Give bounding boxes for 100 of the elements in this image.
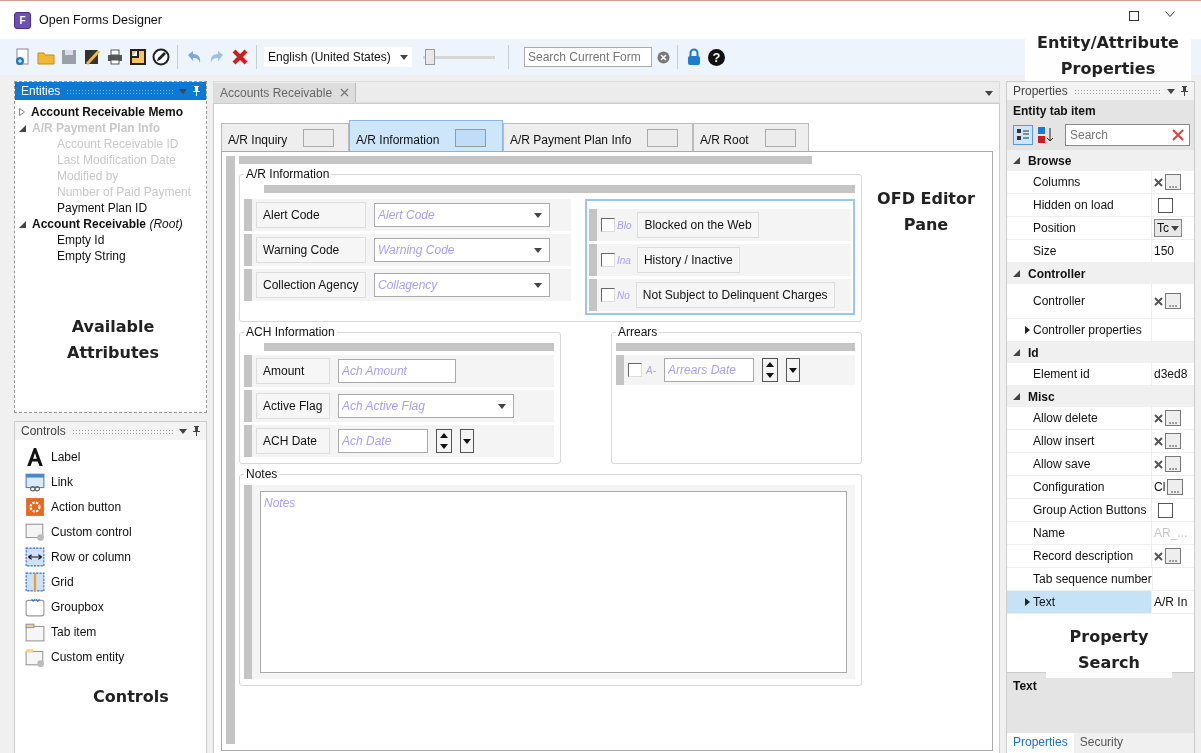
clear-icon[interactable] <box>657 50 670 64</box>
ellipsis-button[interactable] <box>1165 548 1181 564</box>
pin-icon[interactable] <box>1181 86 1188 96</box>
property-name[interactable]: Text <box>1007 591 1151 613</box>
dropdown-field[interactable]: Collagency <box>374 273 550 297</box>
up-arrow-icon[interactable] <box>440 433 448 438</box>
property-name[interactable]: Element id <box>1007 363 1151 385</box>
input-field[interactable]: Ach Amount <box>338 359 456 383</box>
search-field[interactable]: Search Current Form <box>524 47 652 67</box>
clear-x-icon[interactable] <box>1154 413 1163 423</box>
control-item[interactable]: Groupbox <box>51 600 104 614</box>
collapse-triangle-icon[interactable] <box>1013 157 1020 164</box>
notes-textarea[interactable]: Notes <box>260 491 847 673</box>
date-field[interactable]: Arrears Date <box>664 358 754 382</box>
layout-icon[interactable] <box>129 48 147 66</box>
collapse-triangle-icon[interactable] <box>1013 349 1020 356</box>
property-name[interactable]: Allow insert <box>1007 430 1151 452</box>
pin-icon[interactable] <box>193 426 200 436</box>
ellipsis-button[interactable] <box>1165 456 1181 472</box>
checkbox[interactable] <box>601 288 615 302</box>
clear-x-icon[interactable] <box>1154 177 1163 187</box>
property-name[interactable]: Group Action Buttons <box>1007 499 1151 521</box>
clear-x-icon[interactable] <box>1154 551 1163 561</box>
lock-icon[interactable] <box>685 48 703 66</box>
control-item[interactable]: Action button <box>51 500 122 514</box>
pin-icon[interactable] <box>193 86 200 96</box>
checkbox[interactable] <box>601 253 615 267</box>
entity-node[interactable]: Account Receivable (Root) <box>32 217 183 231</box>
control-item[interactable]: Grid <box>51 575 74 589</box>
print-icon[interactable] <box>106 48 124 66</box>
property-name[interactable]: Size <box>1007 240 1151 262</box>
property-category[interactable]: Id <box>1028 345 1039 360</box>
sort-az-icon[interactable] <box>1037 126 1055 144</box>
delete-icon[interactable] <box>231 48 249 66</box>
property-name[interactable]: Controller properties <box>1007 319 1151 341</box>
up-arrow-icon[interactable] <box>766 362 774 367</box>
property-name[interactable]: Position <box>1007 217 1151 239</box>
panel-tab[interactable]: Security <box>1073 733 1130 753</box>
down-arrow-icon[interactable] <box>766 373 774 378</box>
dropdown-field[interactable]: Ach Active Flag <box>338 394 514 418</box>
control-item[interactable]: Tab item <box>51 625 97 639</box>
property-name[interactable]: Record description <box>1007 545 1151 567</box>
save-all-icon[interactable] <box>83 48 101 66</box>
collapse-triangle-icon[interactable] <box>1013 393 1020 400</box>
control-item[interactable]: Link <box>51 475 73 489</box>
ellipsis-button[interactable] <box>1165 410 1181 426</box>
checkbox[interactable] <box>1158 502 1173 518</box>
search-field[interactable]: Search <box>1065 124 1190 146</box>
collapse-triangle-icon[interactable] <box>19 220 26 228</box>
close-icon[interactable] <box>340 88 350 97</box>
zoom-slider[interactable] <box>423 47 495 67</box>
language-dropdown[interactable]: English (United States) <box>264 47 412 67</box>
ellipsis-button[interactable] <box>1167 479 1184 495</box>
checkbox[interactable] <box>628 363 642 377</box>
dropdown-button[interactable] <box>460 429 474 453</box>
spin-button[interactable] <box>762 358 778 382</box>
ellipsis-button[interactable] <box>1165 433 1181 449</box>
down-arrow-icon[interactable] <box>440 444 448 449</box>
control-item[interactable]: Custom entity <box>51 650 125 664</box>
chevron-icon[interactable] <box>1165 11 1175 17</box>
clear-x-icon[interactable] <box>1154 459 1163 469</box>
dropdown-field[interactable]: Alert Code <box>374 203 550 227</box>
checkbox[interactable] <box>601 218 615 232</box>
control-item[interactable]: Row or column <box>51 550 132 564</box>
ellipsis-button[interactable] <box>1165 293 1181 309</box>
dropdown-field[interactable]: Tc <box>1154 219 1182 237</box>
attribute-item[interactable]: Empty Id <box>57 233 105 247</box>
spin-button[interactable] <box>436 429 452 453</box>
date-field[interactable]: Ach Date <box>338 429 428 453</box>
property-category[interactable]: Browse <box>1028 153 1072 168</box>
property-name[interactable]: Controller <box>1007 284 1151 318</box>
expand-triangle-icon[interactable] <box>1025 326 1030 334</box>
form-tab[interactable]: A/R Inquiry <box>221 123 349 151</box>
entity-node[interactable]: Account Receivable Memo <box>31 105 184 119</box>
categorized-view-button[interactable] <box>1013 125 1033 145</box>
control-item[interactable]: Label <box>51 450 81 464</box>
attribute-item[interactable]: Empty String <box>57 249 126 263</box>
form-tab[interactable]: A/R Information <box>349 120 503 151</box>
expand-triangle-icon[interactable] <box>1025 598 1030 606</box>
pencil-circle-icon[interactable] <box>152 48 170 66</box>
clear-x-icon[interactable] <box>1154 296 1163 306</box>
form-tab[interactable]: A/R Payment Plan Info <box>503 123 693 151</box>
checkbox[interactable] <box>1158 197 1173 213</box>
clear-x-icon[interactable] <box>1154 436 1163 446</box>
property-name[interactable]: Allow save <box>1007 453 1151 475</box>
property-name[interactable]: Tab sequence number <box>1007 568 1152 590</box>
property-name[interactable]: Hidden on load <box>1007 194 1151 216</box>
form-tab[interactable]: A/R Root <box>693 123 809 151</box>
maximize-icon[interactable] <box>1129 11 1139 21</box>
property-name[interactable]: Columns <box>1007 171 1151 193</box>
ellipsis-button[interactable] <box>1165 174 1181 190</box>
dropdown-field[interactable]: Warning Code <box>374 238 550 262</box>
property-name[interactable]: Configuration <box>1007 476 1151 498</box>
clear-icon[interactable] <box>1172 129 1184 141</box>
dropdown-button[interactable] <box>786 358 800 382</box>
property-name[interactable]: Allow delete <box>1007 407 1151 429</box>
help-icon[interactable]: ? <box>708 48 725 66</box>
panel-tab[interactable]: Properties <box>1007 733 1074 753</box>
new-document-icon[interactable] <box>14 48 32 66</box>
collapse-triangle-icon[interactable] <box>1013 270 1020 277</box>
